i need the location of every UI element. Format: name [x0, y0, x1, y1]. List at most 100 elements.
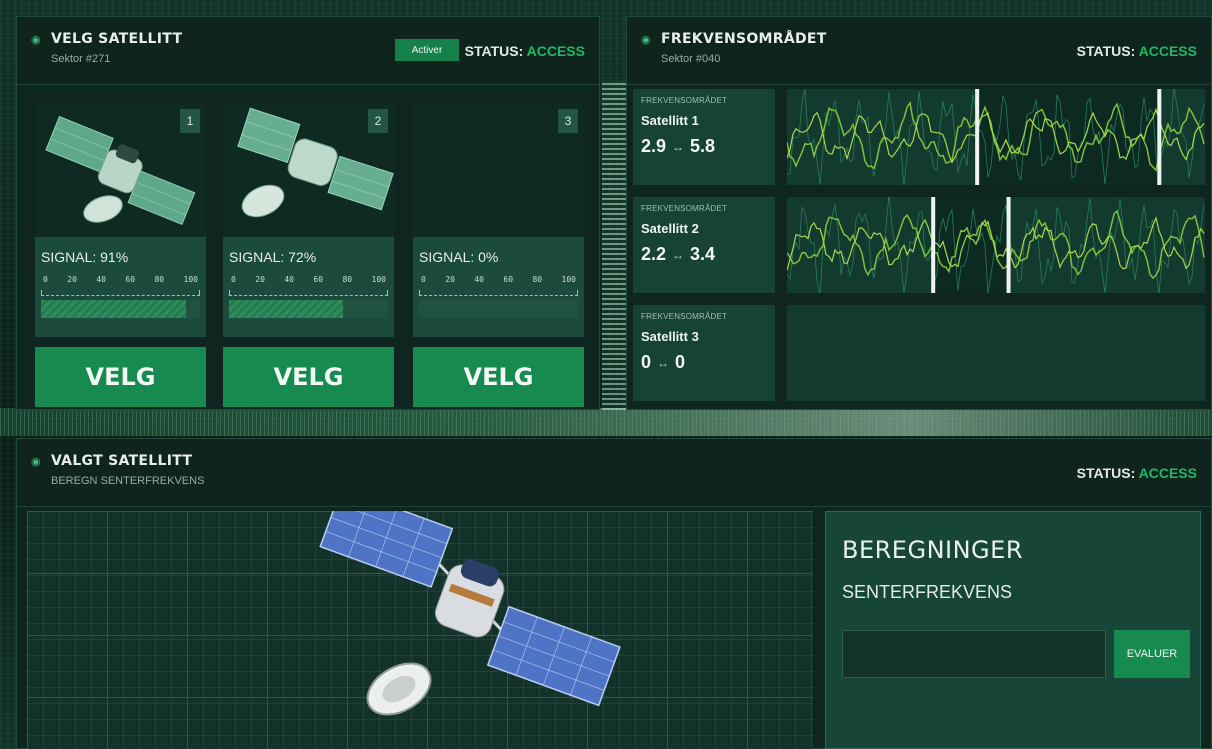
signal-bar-fill	[41, 300, 186, 318]
satellite-number: 2	[368, 109, 388, 133]
calculations-subtitle: SENTERFREKVENS	[842, 582, 1013, 602]
signal-bar	[229, 300, 388, 318]
frequency-info: FREKVENSOMRÅDET Satellitt 3 0 ↔ 0	[633, 305, 775, 401]
glitch-column	[602, 80, 626, 410]
scale-tick: 80	[342, 275, 353, 284]
frequency-info: FREKVENSOMRÅDET Satellitt 2 2.2 ↔ 3.4	[633, 197, 775, 293]
frequency-panel: ◉ FREKVENSOMRÅDET Sektor #040 STATUS: AC…	[626, 16, 1212, 410]
chosen-satellite-panel: ◉ VALGT SATELLITT BEREGN SENTERFREKVENS …	[16, 438, 1212, 749]
calculations-box: BEREGNINGER SENTERFREKVENS EVALUER	[825, 511, 1201, 749]
status-label: STATUS:	[1076, 465, 1136, 481]
range-low: 2.2	[641, 244, 667, 264]
scale-line	[229, 290, 388, 296]
glitch-band	[0, 408, 1212, 436]
satellite-card-1[interactable]: 1 SIGNAL: 91% 0 20 40 60 80 100	[35, 103, 206, 337]
waveform-display[interactable]	[787, 89, 1205, 185]
signal-box: SIGNAL: 0% 0 20 40 60 80 100	[413, 237, 584, 337]
scale-line	[419, 290, 578, 296]
signal-box: SIGNAL: 91% 0 20 40 60 80 100	[35, 237, 206, 337]
status-label: STATUS:	[1076, 43, 1136, 59]
status-indicator: STATUS: ACCESS	[1077, 43, 1197, 59]
window-start-handle[interactable]	[931, 197, 936, 293]
satellite-number: 3	[558, 109, 578, 133]
frequency-range: 0 ↔ 0	[641, 352, 767, 373]
selection-window	[977, 89, 1160, 185]
frequency-range: 2.2 ↔ 3.4	[641, 244, 767, 265]
signal-bar-fill	[229, 300, 344, 318]
calculations-title: BEREGNINGER	[842, 536, 1023, 564]
bullet-icon: ◉	[31, 34, 41, 46]
scale-tick: 40	[284, 275, 294, 284]
frequency-caption: FREKVENSOMRÅDET	[641, 312, 728, 321]
scale-tick: 0	[421, 275, 426, 284]
satellite-name: Satellitt 1	[641, 113, 699, 128]
frequency-range: 2.9 ↔ 5.8	[641, 136, 767, 157]
scale-tick: 0	[231, 275, 236, 284]
scale-tick: 0	[43, 275, 48, 284]
satellite-viewport[interactable]	[27, 487, 813, 749]
satellite-card-2[interactable]: 2 SIGNAL: 72% 0 20 40 60 80 100	[223, 103, 394, 337]
satellite-icon	[319, 487, 621, 716]
frequency-caption: FREKVENSOMRÅDET	[641, 204, 728, 213]
status-label: STATUS:	[464, 43, 524, 59]
status-value: ACCESS	[1138, 43, 1197, 59]
panel-header: ◉ VALGT SATELLITT BEREGN SENTERFREKVENS …	[17, 439, 1211, 507]
scale-tick: 100	[371, 275, 386, 284]
evaluate-button[interactable]: EVALUER	[1114, 630, 1190, 678]
signal-scale: 0 20 40 60 80 100	[229, 275, 388, 284]
range-high: 5.8	[690, 136, 716, 156]
window-end-handle[interactable]	[1006, 197, 1011, 293]
signal-label: SIGNAL: 91%	[41, 249, 129, 265]
status-indicator: STATUS: ACCESS	[465, 43, 585, 59]
panel-header: ◉ FREKVENSOMRÅDET Sektor #040 STATUS: AC…	[627, 17, 1211, 85]
range-low: 0	[641, 352, 652, 372]
waveform-display[interactable]	[787, 197, 1205, 293]
signal-bar	[41, 300, 200, 318]
range-arrow-icon: ↔	[657, 355, 670, 370]
select-satellite-panel: ◉ VELG SATELLITT Sektor #271 Activer STA…	[16, 16, 600, 410]
satellite-name: Satellitt 2	[641, 221, 699, 236]
signal-bar	[419, 300, 578, 318]
range-arrow-icon: ↔	[672, 247, 685, 262]
window-start-handle[interactable]	[975, 89, 980, 185]
select-button-2[interactable]: VELG	[223, 347, 394, 407]
scale-tick: 40	[474, 275, 484, 284]
signal-label: SIGNAL: 72%	[229, 249, 317, 265]
waveform-display[interactable]	[787, 305, 1205, 401]
scale-tick: 60	[313, 275, 324, 284]
center-frequency-input[interactable]	[842, 630, 1106, 678]
activate-button[interactable]: Activer	[395, 39, 459, 61]
scale-line	[41, 290, 200, 296]
waveform-svg	[787, 89, 1205, 185]
window-end-handle[interactable]	[1157, 89, 1162, 185]
bullet-icon: ◉	[641, 34, 651, 46]
status-value: ACCESS	[526, 43, 585, 59]
frequency-info: FREKVENSOMRÅDET Satellitt 1 2.9 ↔ 5.8	[633, 89, 775, 185]
scale-tick: 20	[445, 275, 455, 284]
frequency-caption: FREKVENSOMRÅDET	[641, 96, 728, 105]
scale-tick: 20	[67, 275, 77, 284]
scale-tick: 80	[154, 275, 165, 284]
scale-tick: 60	[125, 275, 136, 284]
select-button-3[interactable]: VELG	[413, 347, 584, 407]
frequency-row-2: FREKVENSOMRÅDET Satellitt 2 2.2 ↔ 3.4	[633, 197, 1205, 293]
range-high: 3.4	[690, 244, 716, 264]
panel-header: ◉ VELG SATELLITT Sektor #271 Activer STA…	[17, 17, 599, 85]
frequency-row-1: FREKVENSOMRÅDET Satellitt 1 2.9 ↔ 5.8	[633, 89, 1205, 185]
status-indicator: STATUS: ACCESS	[1077, 465, 1197, 481]
range-high: 0	[675, 352, 686, 372]
range-arrow-icon: ↔	[672, 139, 685, 154]
signal-label: SIGNAL: 0%	[419, 249, 499, 265]
signal-scale: 0 20 40 60 80 100	[419, 275, 578, 284]
status-value: ACCESS	[1138, 465, 1197, 481]
satellite-card-3[interactable]: 3 SIGNAL: 0% 0 20 40 60 80 100	[413, 103, 584, 337]
waveform-svg	[787, 197, 1205, 293]
signal-scale: 0 20 40 60 80 100	[41, 275, 200, 284]
panel-title: VALGT SATELLITT	[51, 453, 193, 469]
select-button-1[interactable]: VELG	[35, 347, 206, 407]
scale-tick: 100	[561, 275, 576, 284]
frequency-row-3: FREKVENSOMRÅDET Satellitt 3 0 ↔ 0	[633, 305, 1205, 401]
satellite-name: Satellitt 3	[641, 329, 699, 344]
scale-tick: 100	[183, 275, 198, 284]
range-low: 2.9	[641, 136, 667, 156]
